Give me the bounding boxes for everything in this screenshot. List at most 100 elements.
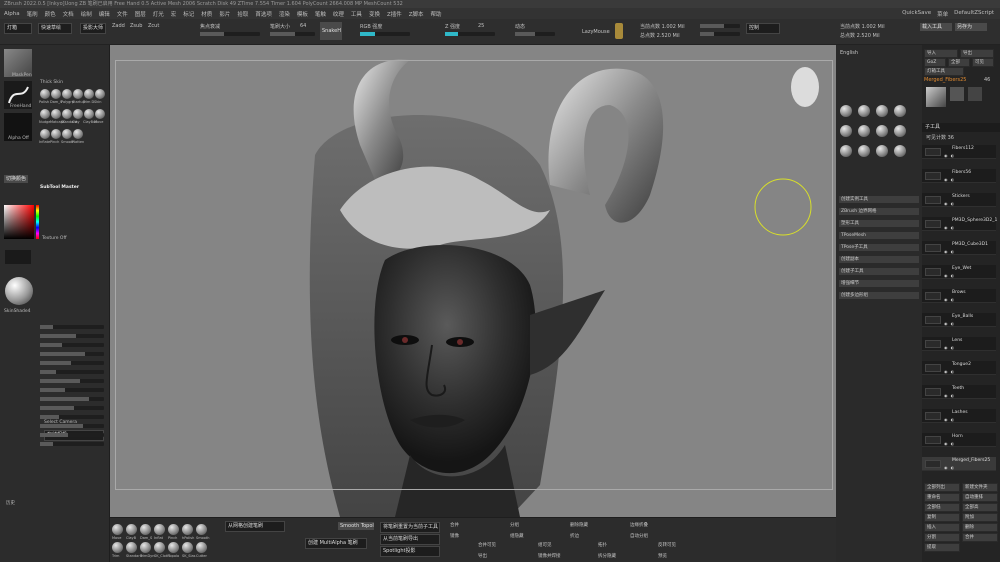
subtool-action-11[interactable]: 合并 [962,533,998,542]
subtool-eye-icon-12[interactable]: ◉ ◐ [944,441,955,446]
menu-item-13[interactable]: 拾取 [237,10,248,18]
export-button[interactable]: 导出 [960,49,994,58]
shelf-option-2[interactable]: 镜像 [450,533,459,539]
subtool-row-6[interactable]: Brows ◉ ◐ [922,289,996,303]
menu-item-12[interactable]: 影片 [219,10,230,18]
tool-icon-8[interactable] [840,145,852,157]
hue-strip[interactable] [36,205,39,239]
subtool-eye-icon-1[interactable]: ◉ ◐ [944,177,955,182]
subtool-eye-icon-10[interactable]: ◉ ◐ [944,393,955,398]
shelf-brush-12[interactable] [182,542,193,553]
shelf-option-5[interactable]: 组可见 [538,542,552,548]
shelf-brush-1[interactable] [126,524,137,535]
menu-right-item-0[interactable]: QuickSave [902,10,931,18]
texture-thumbnail[interactable] [5,250,31,264]
brush-thumb-11[interactable] [95,109,105,119]
shelf-brush-13[interactable] [196,542,207,553]
menu-item-11[interactable]: 材质 [201,10,212,18]
subtool-eye-icon-0[interactable]: ◉ ◐ [944,153,955,158]
load-tool-button[interactable]: 载入工具 [920,23,952,31]
zadd-toggle[interactable]: Zadd [112,23,125,29]
subtool-eye-icon-7[interactable]: ◉ ◐ [944,321,955,326]
shelf-brush-3[interactable] [154,524,165,535]
subtool-action-7[interactable]: 附加 [962,513,998,522]
menu-item-14[interactable]: 首选项 [255,10,272,18]
subtool-row-8[interactable]: Lens ◉ ◐ [922,337,996,351]
subtool-eye-icon-6[interactable]: ◉ ◐ [944,297,955,302]
shelf-option-12[interactable]: 边缘折叠 [630,522,648,528]
goz-button[interactable]: GoZ [924,58,946,67]
subtool-row-0[interactable]: Fibers112 ◉ ◐ [922,145,996,159]
menu-item-17[interactable]: 笔触 [315,10,326,18]
shelf-option-6[interactable]: 组隐藏 [510,533,524,539]
shelf-option-13[interactable]: 反转可见 [658,542,676,548]
left-option-slider-13[interactable] [40,442,104,446]
menu-item-3[interactable]: 文档 [63,10,74,18]
subtool-eye-icon-2[interactable]: ◉ ◐ [944,201,955,206]
shelf-brush-10[interactable] [154,542,165,553]
left-option-slider-12[interactable] [40,433,104,437]
subtool-action-5[interactable]: 全部高 [962,503,998,512]
lazymouse-label[interactable]: LazyMouse [582,29,610,35]
menu-right-item-1[interactable]: 菜单 [937,10,948,18]
menu-item-9[interactable]: 宏 [171,10,177,18]
left-option-slider-0[interactable] [40,325,104,329]
focal-slider[interactable] [200,32,260,36]
brush-thumb-13[interactable] [51,129,61,139]
brush-thumb-15[interactable] [73,129,83,139]
brush-thumb-14[interactable] [62,129,72,139]
menu-item-0[interactable]: Alpha [4,11,20,17]
menu-item-4[interactable]: 绘制 [81,10,92,18]
visible-button[interactable]: 可见 [972,58,994,67]
subtool-eye-icon-5[interactable]: ◉ ◐ [944,273,955,278]
subtool-row-1[interactable]: Fibers56 ◉ ◐ [922,169,996,183]
tool-action-3[interactable]: TPoseMesh [838,231,920,240]
save-as-button[interactable]: 另存为 [955,23,987,31]
subtool-row-11[interactable]: Lashes ◉ ◐ [922,409,996,423]
brush-thumb-1[interactable] [51,89,61,99]
brush-thumb-6[interactable] [40,109,50,119]
tool-action-8[interactable]: 创建多边形组 [838,291,920,300]
menu-item-22[interactable]: Z脚本 [409,10,424,18]
brush-thumb-10[interactable] [84,109,94,119]
color-picker[interactable] [4,205,34,239]
rgb-intensity-slider[interactable] [360,32,410,36]
shelf-action-2[interactable]: Spotlight投影 [380,546,440,557]
subtool-row-10[interactable]: Teeth ◉ ◐ [922,385,996,399]
subtool-action-9[interactable]: 删除 [962,523,998,532]
tool-action-7[interactable]: 增强细节 [838,279,920,288]
left-option-slider-2[interactable] [40,343,104,347]
menu-item-21[interactable]: Z插件 [387,10,402,18]
shelf-option-1[interactable]: 合并可见 [478,542,496,548]
brush-thumb-5[interactable] [95,89,105,99]
subtool-row-9[interactable]: Tongue2 ◉ ◐ [922,361,996,375]
lightbox-tools-button[interactable]: 灯箱工具 [924,67,964,76]
language-label[interactable]: English [840,50,858,56]
subtool-row-13[interactable]: Merged_Fibers25 ◉ ◐ [922,457,996,471]
left-option-slider-10[interactable] [40,415,104,419]
shelf-option-4[interactable]: 分组 [510,522,519,528]
subtool-action-2[interactable]: 重命名 [924,493,960,502]
shelf-option-0[interactable]: 合并 [450,522,459,528]
menu-item-19[interactable]: 工具 [351,10,362,18]
tool-action-5[interactable]: 创建副本 [838,255,920,264]
left-option-slider-8[interactable] [40,397,104,401]
tool-icon-4[interactable] [840,125,852,137]
subtool-row-3[interactable]: PM3D_Sphere3D2_1 ◉ ◐ [922,217,997,231]
subtool-action-12[interactable]: 提取 [924,543,960,552]
import-button[interactable]: 导入 [924,49,958,58]
shelf-option-3[interactable]: 导出 [478,553,487,559]
tool-action-1[interactable]: ZBrush 边界网格 [838,207,920,216]
shelf-brush-8[interactable] [126,542,137,553]
brush-thumb-2[interactable] [62,89,72,99]
subtool-eye-icon-11[interactable]: ◉ ◐ [944,417,955,422]
subtool-eye-icon-13[interactable]: ◉ ◐ [944,465,955,470]
brush-thumb-12[interactable] [40,129,50,139]
left-option-slider-9[interactable] [40,406,104,410]
tool-action-6[interactable]: 创建子工具 [838,267,920,276]
shelf-option-10[interactable]: 折边 [570,533,579,539]
menu-item-7[interactable]: 图层 [135,10,146,18]
brush-thumb-0[interactable] [40,89,50,99]
left-option-slider-4[interactable] [40,361,104,365]
shelf-option-7[interactable]: 镜像并焊接 [538,553,561,559]
